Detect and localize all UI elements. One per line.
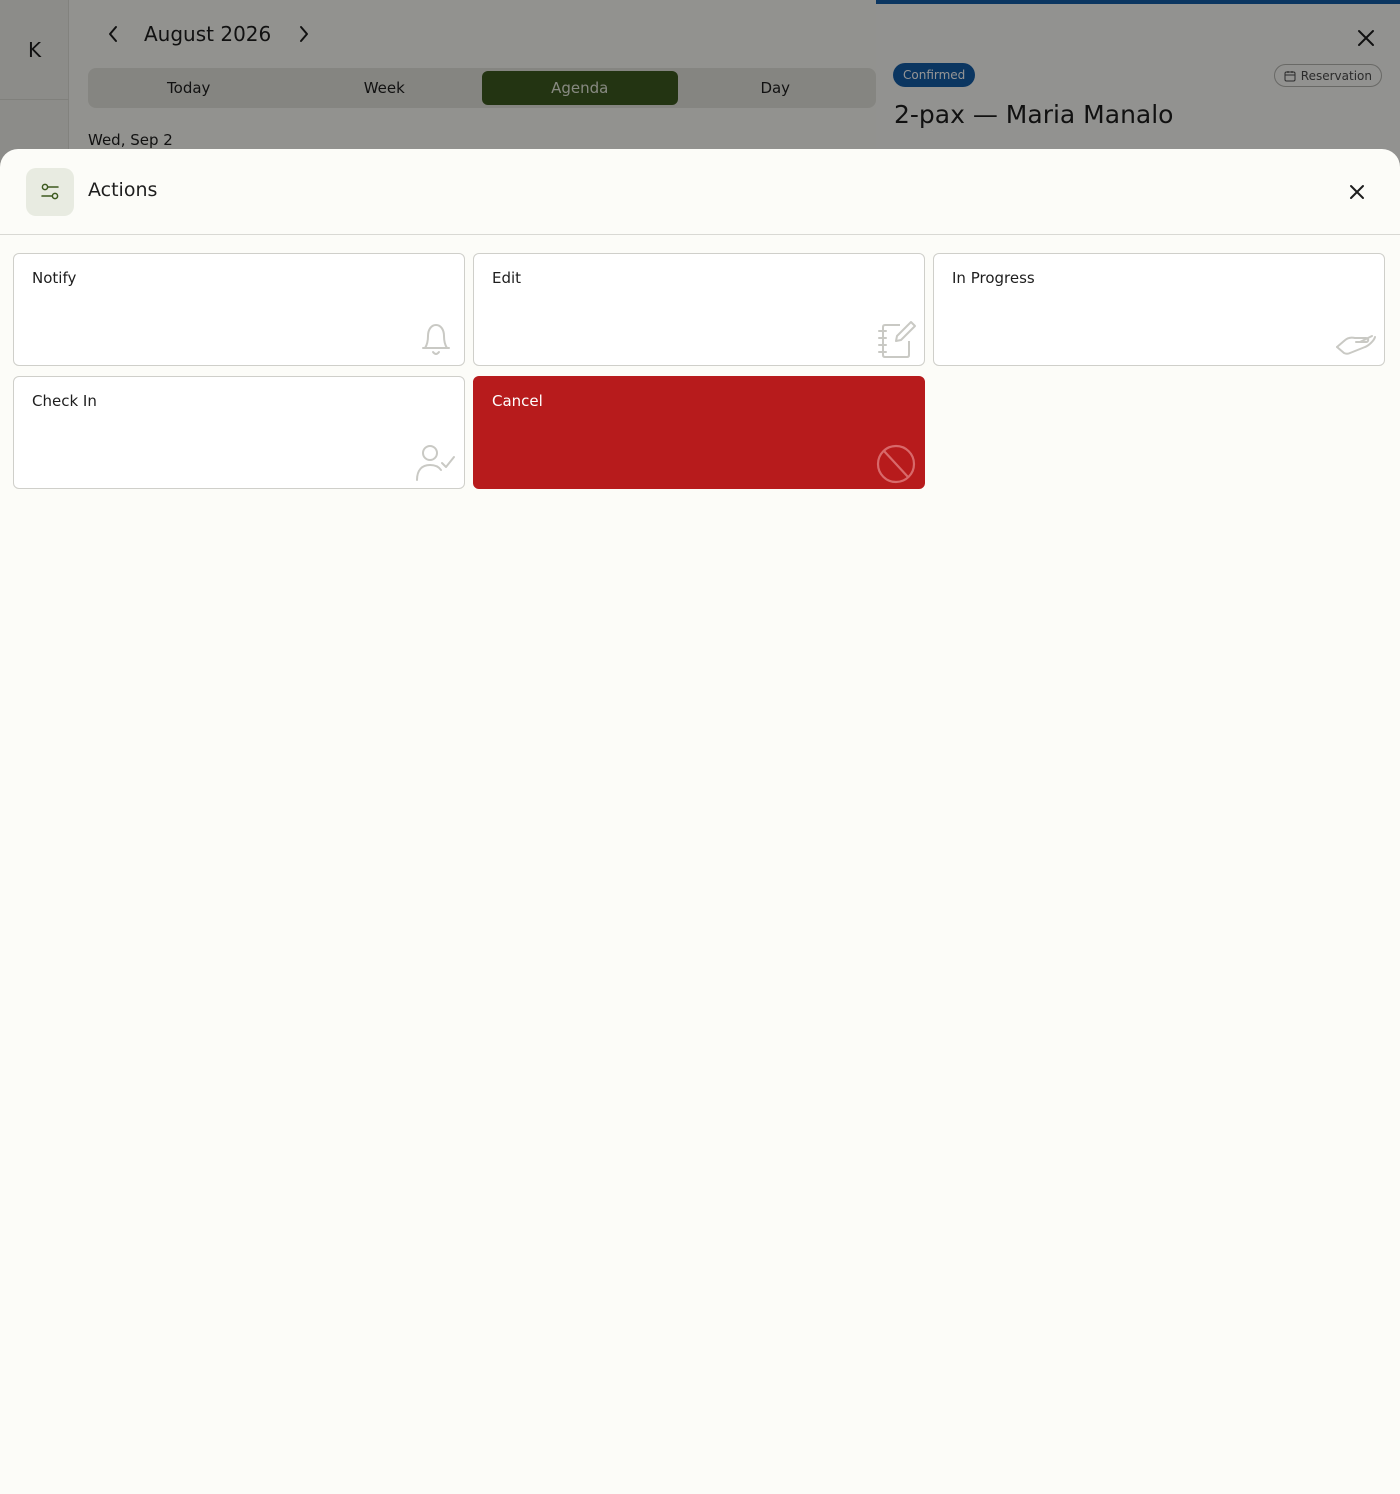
cancel-action-label: Cancel xyxy=(492,392,543,410)
check-in-action-button[interactable]: Check In xyxy=(13,376,465,489)
ban-icon xyxy=(876,444,916,484)
handshake-icon xyxy=(1336,335,1376,355)
actions-sheet-title: Actions xyxy=(88,179,158,201)
in-progress-action-button[interactable]: In Progress xyxy=(933,253,1385,366)
in-progress-action-label: In Progress xyxy=(952,269,1035,287)
cancel-action-button[interactable]: Cancel xyxy=(473,376,925,489)
check-in-action-label: Check In xyxy=(32,392,97,410)
notify-action-label: Notify xyxy=(32,269,77,287)
bell-icon xyxy=(422,324,450,355)
actions-sheet: Actions Notify Edit In Progress Check In… xyxy=(0,149,1400,1494)
edit-action-button[interactable]: Edit xyxy=(473,253,925,366)
notebook-pen-icon xyxy=(878,321,916,358)
sliders-icon xyxy=(41,183,59,200)
edit-action-label: Edit xyxy=(492,269,522,287)
close-icon xyxy=(1350,185,1364,199)
notify-action-button[interactable]: Notify xyxy=(13,253,465,366)
actions-sheet-close-button[interactable] xyxy=(1345,180,1369,204)
user-check-icon xyxy=(416,445,455,481)
actions-header-icon-box xyxy=(26,168,74,216)
actions-sheet-header: Actions xyxy=(0,149,1400,235)
